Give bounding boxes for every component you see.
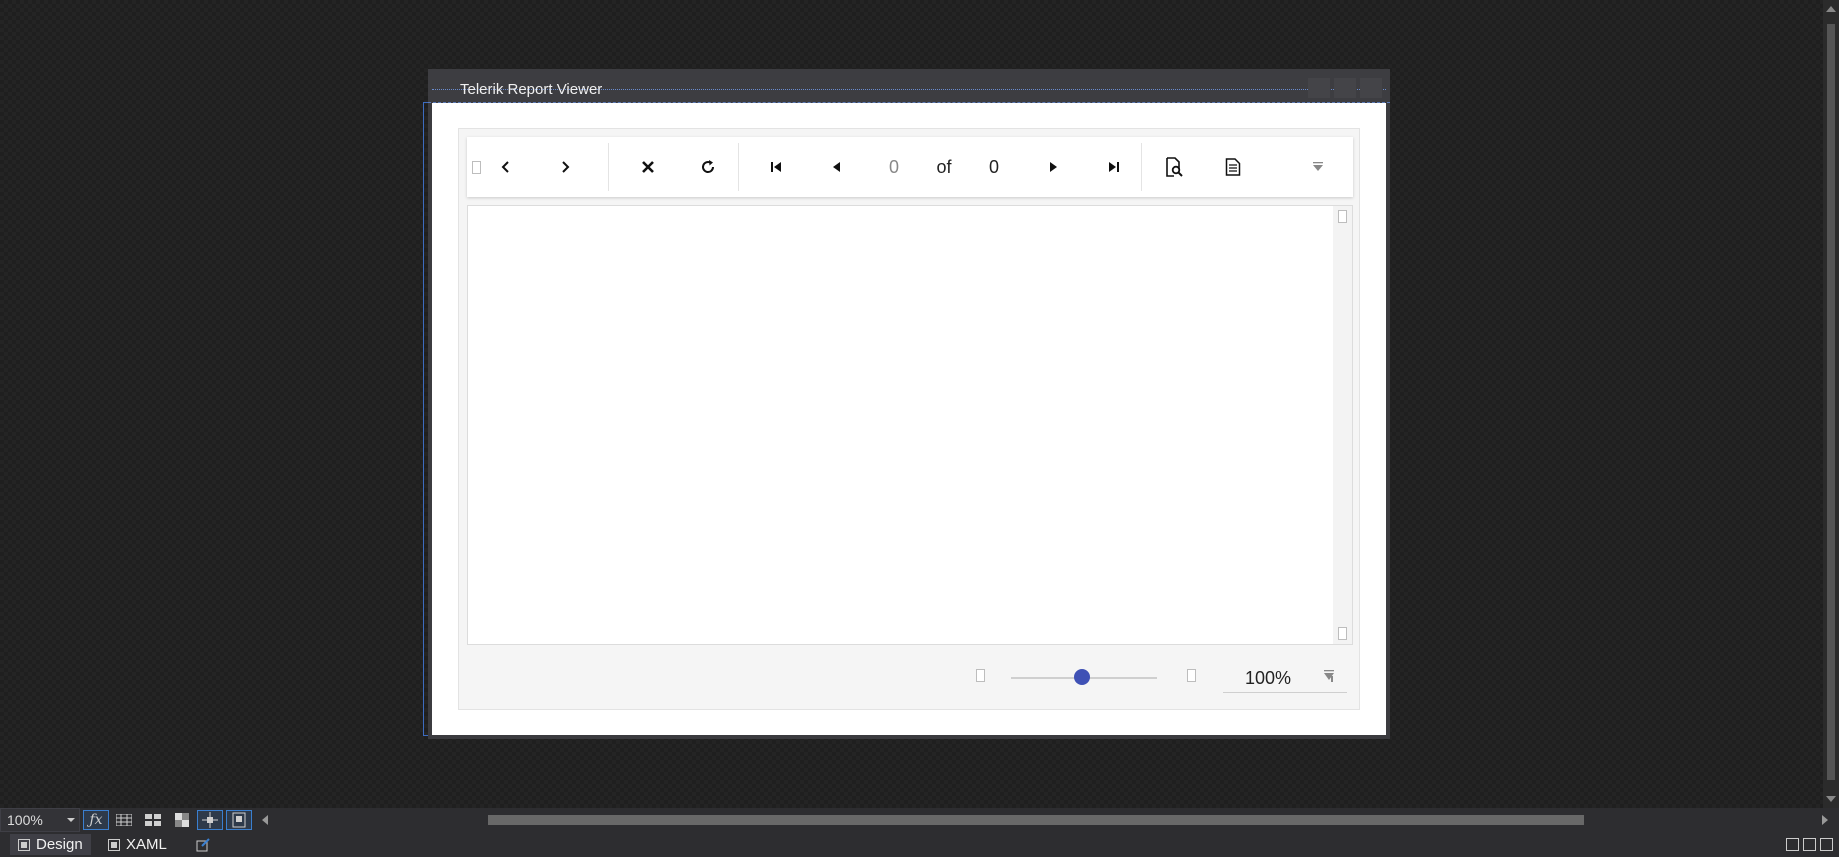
total-pages: 0 [972,137,1016,197]
toggle-panel-button[interactable] [469,137,483,197]
maximize-button[interactable] [1334,78,1356,98]
report-viewer: 0 of 0 100% [458,128,1360,710]
next-page-icon [1050,162,1057,172]
formula-toggle-button[interactable]: ƒx [83,810,109,830]
tab-xaml[interactable]: XAML [100,834,175,855]
export-button[interactable] [1211,137,1255,197]
viewer-toolbar: 0 of 0 [467,137,1353,197]
refresh-icon [702,160,715,173]
grid-icon [116,814,132,826]
last-page-button[interactable] [1092,137,1136,197]
zoom-dropdown[interactable]: 100% [1223,661,1347,693]
window-title-bar[interactable]: Telerik Report Viewer [428,69,1390,103]
toggle-panel-icon [471,160,481,174]
toolbar-overflow-button[interactable] [1301,137,1335,197]
fx-icon: ƒx [89,812,103,828]
tab-xaml-label: XAML [126,836,167,853]
scroll-up-arrow-icon[interactable] [1826,6,1836,12]
forward-button[interactable] [548,137,582,197]
designer-horizontal-scrollbar[interactable] [258,808,1838,832]
first-page-icon [771,162,781,172]
report-content-area[interactable] [467,205,1353,645]
designer-zoom-combo[interactable]: 100% [0,808,80,832]
toolbar-separator [1141,143,1142,191]
popup-edit-icon [196,837,210,851]
chevron-down-icon [67,818,75,822]
device-icon [232,812,246,828]
zoom-slider-thumb[interactable] [1074,669,1090,685]
first-page-button[interactable] [754,137,798,197]
tab-design-label: Design [36,836,83,853]
horizontal-split-icon[interactable] [1803,838,1816,851]
last-page-icon [1109,162,1119,172]
scroll-up-icon[interactable] [1338,210,1347,223]
previous-page-button[interactable] [814,137,858,197]
snap-grid-icon [145,814,161,826]
content-vertical-scrollbar[interactable] [1333,206,1352,644]
vertical-scroll-thumb[interactable] [1827,24,1835,780]
design-view-icon [18,838,30,851]
zoom-out-icon[interactable] [976,669,985,682]
designer-bottom-toolbar: 100% ƒx [0,808,1839,832]
minimize-button[interactable] [1308,78,1330,98]
horizontal-scroll-thumb[interactable] [488,815,1584,825]
scroll-right-arrow-icon[interactable] [1822,815,1828,825]
current-page-input[interactable]: 0 [872,137,916,197]
vertical-split-icon[interactable] [1786,838,1799,851]
toolbar-separator [738,143,739,191]
checkerboard-icon [175,813,189,827]
tab-design[interactable]: Design [10,834,91,855]
scroll-left-arrow-icon[interactable] [262,815,268,825]
page-of-label: of [922,137,966,197]
snaplines-icon [202,812,218,828]
xaml-view-icon [108,838,120,851]
device-preview-button[interactable] [226,810,252,830]
stop-icon [642,161,654,173]
toolbar-separator [608,143,609,191]
back-button[interactable] [489,137,523,197]
scroll-down-arrow-icon[interactable] [1826,796,1836,802]
print-preview-button[interactable] [1152,137,1196,197]
zoom-in-icon[interactable] [1187,669,1196,682]
total-pages-value: 0 [988,156,999,177]
back-icon [501,161,509,173]
refresh-button[interactable] [686,137,730,197]
artboard-background-button[interactable] [169,810,195,830]
collapse-pane-icon[interactable] [1820,838,1833,851]
zoom-dropdown-icon [1324,670,1334,682]
designer-view-tabs: Design XAML [0,832,1839,857]
overflow-dropdown-icon [1313,162,1323,171]
designer-vertical-scrollbar[interactable] [1823,0,1839,808]
forward-icon [562,161,570,173]
snap-to-snaplines-button[interactable] [197,810,223,830]
next-page-button[interactable] [1032,137,1076,197]
export-icon [1225,158,1241,176]
popup-xaml-button[interactable] [188,834,218,855]
designer-zoom-value: 100% [7,812,43,828]
current-page-value: 0 [888,156,899,177]
of-label: of [936,156,952,177]
close-window-button[interactable] [1360,78,1382,98]
scroll-down-icon[interactable] [1338,627,1347,640]
stop-button[interactable] [626,137,670,197]
previous-page-icon [833,162,840,172]
zoom-value: 100% [1245,668,1292,688]
window-title: Telerik Report Viewer [460,81,603,98]
show-grid-button[interactable] [111,810,137,830]
snap-to-grid-button[interactable] [140,810,166,830]
print-preview-icon [1166,157,1183,177]
